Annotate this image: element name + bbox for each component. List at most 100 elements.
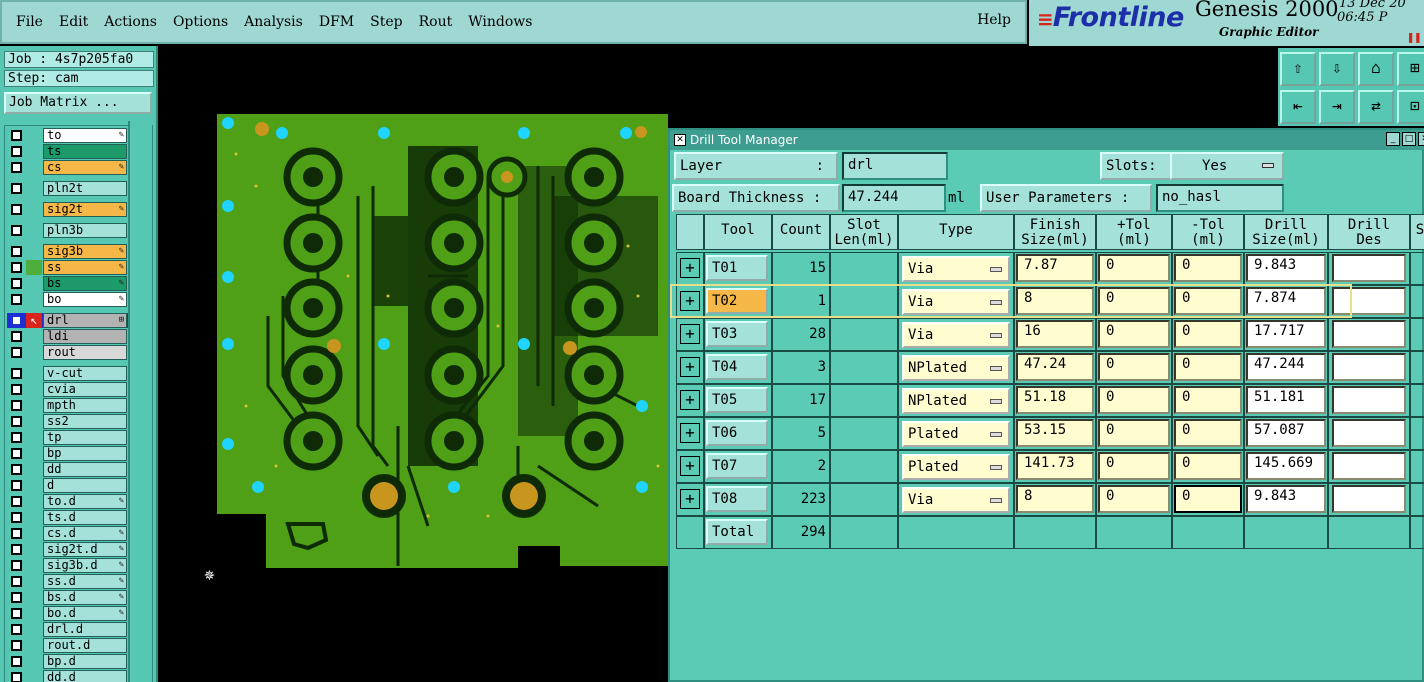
layer-checkbox[interactable]: [11, 384, 22, 395]
menu-actions[interactable]: Actions: [104, 14, 157, 30]
maximize-icon[interactable]: □: [1402, 132, 1416, 146]
layer-name[interactable]: cs.d ✎: [43, 526, 127, 541]
menu-analysis[interactable]: Analysis: [244, 14, 303, 30]
plus-tol-input[interactable]: 0: [1098, 452, 1170, 480]
finish-size-input[interactable]: 47.24: [1016, 353, 1094, 381]
window-titlebar[interactable]: ✕ Drill Tool Manager _ □ ✕: [670, 130, 1424, 150]
plus-tol-input[interactable]: 0: [1098, 419, 1170, 447]
layer-checkbox[interactable]: [11, 331, 22, 342]
layer-checkbox[interactable]: [11, 432, 22, 443]
layer-name[interactable]: ss2: [43, 414, 127, 429]
layer-row-rout.d[interactable]: rout.d: [7, 638, 129, 653]
layer-name[interactable]: bo.d ✎: [43, 606, 127, 621]
layer-checkbox[interactable]: [11, 560, 22, 571]
finish-size-input[interactable]: 8: [1016, 287, 1094, 315]
layer-row-drl.d[interactable]: drl.d: [7, 622, 129, 637]
menu-help[interactable]: Help: [977, 12, 1011, 28]
layer-row-ss.d[interactable]: ss.d ✎: [7, 574, 129, 589]
layer-row-bo[interactable]: bo ✎: [7, 292, 129, 307]
layer-row-to.d[interactable]: to.d ✎: [7, 494, 129, 509]
slots-select[interactable]: Yes: [1170, 152, 1284, 180]
layer-name[interactable]: rout: [43, 345, 127, 360]
layer-checkbox[interactable]: [11, 576, 22, 587]
expand-row-icon[interactable]: +: [680, 357, 700, 377]
layer-checkbox[interactable]: [11, 225, 22, 236]
finish-size-input[interactable]: 51.18: [1016, 386, 1094, 414]
layer-name[interactable]: cvia: [43, 382, 127, 397]
drill-size-input[interactable]: 145.669: [1246, 452, 1326, 480]
layer-row-rout[interactable]: rout: [7, 345, 129, 360]
frame-icon[interactable]: ⊡: [1397, 90, 1424, 124]
layer-checkbox[interactable]: [11, 544, 22, 555]
expand-row-icon[interactable]: +: [680, 489, 700, 509]
drill-des-input[interactable]: [1332, 452, 1406, 480]
layer-checkbox[interactable]: [11, 656, 22, 667]
layer-name[interactable]: bs.d ✎: [43, 590, 127, 605]
tool-button[interactable]: T01: [706, 255, 768, 281]
layer-checkbox[interactable]: [11, 448, 22, 459]
drill-des-input[interactable]: [1332, 386, 1406, 414]
layer-row-dd.d[interactable]: dd.d: [7, 670, 129, 682]
layer-checkbox[interactable]: [11, 512, 22, 523]
layer-name[interactable]: sig3b.d ✎: [43, 558, 127, 573]
layer-checkbox[interactable]: [11, 347, 22, 358]
layer-checkbox[interactable]: [11, 400, 22, 411]
house-icon[interactable]: ⌂: [1358, 52, 1394, 86]
expand-row-icon[interactable]: +: [680, 324, 700, 344]
layer-checkbox[interactable]: [11, 130, 22, 141]
minus-tol-input[interactable]: 0: [1174, 485, 1242, 513]
minus-tol-input[interactable]: 0: [1174, 452, 1242, 480]
layer-name[interactable]: sig2t ✎: [43, 202, 127, 217]
plus-tol-input[interactable]: 0: [1098, 320, 1170, 348]
grid-icon[interactable]: ⊞: [1397, 52, 1424, 86]
layer-checkbox[interactable]: [11, 528, 22, 539]
tool-type-select[interactable]: NPlated: [902, 355, 1010, 381]
drill-des-input[interactable]: [1332, 320, 1406, 348]
zoom-down-icon[interactable]: ⇩: [1319, 52, 1355, 86]
drill-des-input[interactable]: [1332, 287, 1406, 315]
layer-name[interactable]: ts.d: [43, 510, 127, 525]
layer-checkbox[interactable]: [11, 204, 22, 215]
tool-button[interactable]: T04: [706, 354, 768, 380]
tool-type-select[interactable]: Via: [902, 487, 1010, 513]
finish-size-input[interactable]: 141.73: [1016, 452, 1094, 480]
layer-row-pln2t[interactable]: pln2t: [7, 181, 129, 196]
layer-row-ss2[interactable]: ss2: [7, 414, 129, 429]
layer-checkbox[interactable]: [11, 464, 22, 475]
plus-tol-input[interactable]: 0: [1098, 287, 1170, 315]
layer-name[interactable]: drl ⊞: [43, 313, 127, 328]
menu-windows[interactable]: Windows: [468, 14, 532, 30]
minus-tol-input[interactable]: 0: [1174, 419, 1242, 447]
tool-type-select[interactable]: Via: [902, 256, 1010, 282]
menu-options[interactable]: Options: [173, 14, 228, 30]
layer-name[interactable]: bs ✎: [43, 276, 127, 291]
layer-row-dd[interactable]: dd: [7, 462, 129, 477]
layer-name[interactable]: cs ✎: [43, 160, 127, 175]
drill-size-input[interactable]: 17.717: [1246, 320, 1326, 348]
layer-name[interactable]: d: [43, 478, 127, 493]
layer-row-ss[interactable]: ss ✎: [7, 260, 129, 275]
layer-name[interactable]: to ✎: [43, 128, 127, 143]
layer-checkbox[interactable]: [11, 315, 22, 326]
tool-button[interactable]: T02: [706, 288, 768, 314]
minimize-icon[interactable]: _: [1386, 132, 1400, 146]
minus-tol-input[interactable]: 0: [1174, 320, 1242, 348]
layer-row-sig3b.d[interactable]: sig3b.d ✎: [7, 558, 129, 573]
drill-size-input[interactable]: 9.843: [1246, 485, 1326, 513]
minus-tol-input[interactable]: 0: [1174, 287, 1242, 315]
expand-row-icon[interactable]: +: [680, 423, 700, 443]
layer-name[interactable]: ldi: [43, 329, 127, 344]
layer-checkbox[interactable]: [11, 496, 22, 507]
tool-button[interactable]: T03: [706, 321, 768, 347]
tool-button[interactable]: T05: [706, 387, 768, 413]
drill-des-input[interactable]: [1332, 254, 1406, 282]
tool-button[interactable]: T08: [706, 486, 768, 512]
swap-icon[interactable]: ⇄: [1358, 90, 1394, 124]
zoom-home-icon[interactable]: ⇧: [1280, 52, 1316, 86]
layer-list-scrollbar[interactable]: [128, 121, 152, 682]
layer-name[interactable]: pln3b: [43, 223, 127, 238]
tool-button[interactable]: T07: [706, 453, 768, 479]
layer-row-drl[interactable]: ↖ drl ⊞: [7, 313, 129, 328]
tool-button[interactable]: T06: [706, 420, 768, 446]
layer-row-ldi[interactable]: ldi: [7, 329, 129, 344]
